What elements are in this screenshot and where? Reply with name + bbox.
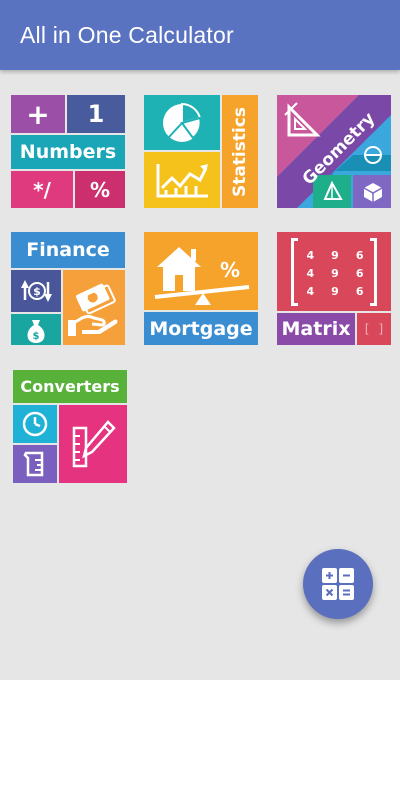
one-cell: 1 [67, 95, 125, 133]
ruler-pencil-icon [72, 420, 116, 468]
pie-chart-cell [144, 95, 220, 150]
matrix-brackets: 4 9 6 4 9 6 4 9 6 [291, 238, 377, 306]
matrix-grid-cell: 4 9 6 4 9 6 4 9 6 [277, 232, 391, 311]
brackets-text: [ ] [363, 322, 385, 336]
matrix-value: 6 [355, 248, 364, 262]
clock-cell [13, 405, 57, 443]
converters-tile[interactable]: Converters [13, 370, 127, 483]
matrix-value: 4 [306, 266, 315, 280]
muldiv-cell: */ [11, 171, 73, 208]
statistics-label-cell: Statistics [222, 95, 258, 208]
matrix-label: Matrix [281, 318, 351, 340]
calculator-fab-button[interactable] [303, 549, 373, 619]
exchange-cell: $ [11, 270, 61, 312]
matrix-value: 4 [306, 284, 315, 298]
matrix-value: 6 [355, 284, 364, 298]
finance-label-cell: Finance [11, 232, 125, 268]
statistics-label: Statistics [230, 106, 251, 197]
blank-area [0, 680, 400, 800]
circle-icon [364, 146, 382, 164]
house-balance-cell: % [144, 232, 258, 310]
one-digit: 1 [87, 100, 105, 128]
matrix-label-cell: Matrix [277, 313, 355, 345]
money-bag-icon: $ [27, 319, 45, 343]
matrix-brackets-cell: [ ] [357, 313, 391, 345]
dollar-exchange-icon: $ [21, 280, 52, 302]
matrix-value: 9 [331, 248, 339, 262]
matrix-value: 9 [331, 266, 339, 280]
matrix-tile[interactable]: 4 9 6 4 9 6 4 9 6 Matrix [ ] [277, 232, 391, 345]
svg-text:$: $ [33, 331, 40, 342]
pie-chart-icon [163, 102, 202, 142]
plus-cell: + [11, 95, 65, 133]
app-bar: All in One Calculator [0, 0, 400, 70]
mortgage-label: Mortgage [149, 317, 253, 340]
money-bag-cell: $ [11, 314, 61, 345]
numbers-tile[interactable]: + 1 Numbers */ % [11, 95, 125, 208]
numbers-label-cell: Numbers [11, 135, 125, 169]
converters-label-cell: Converters [13, 370, 127, 403]
cube-icon [363, 183, 383, 202]
clock-icon [22, 411, 48, 437]
plus-symbol: + [26, 97, 50, 131]
finance-label: Finance [26, 239, 110, 261]
money-hand-icon [68, 283, 118, 336]
pyramid-icon [323, 181, 343, 200]
mortgage-tile[interactable]: % Mortgage [144, 232, 258, 345]
beaker-icon [23, 451, 44, 477]
set-square-icon [284, 102, 321, 137]
numbers-label: Numbers [19, 141, 117, 163]
matrix-value: 6 [355, 266, 364, 280]
statistics-tile[interactable]: Statistics [144, 95, 258, 208]
muldiv-symbol: */ [33, 177, 51, 202]
matrix-values: 4 9 6 4 9 6 4 9 6 [298, 246, 372, 300]
app-title: All in One Calculator [20, 21, 234, 48]
geometry-tile[interactable]: Geometry [277, 95, 391, 208]
money-hand-cell [63, 270, 125, 345]
percent-symbol: % [89, 177, 111, 202]
svg-text:$: $ [33, 285, 41, 298]
line-chart-icon [156, 164, 208, 198]
ruler-pencil-cell [59, 405, 127, 483]
beaker-cell [13, 445, 57, 483]
finance-tile[interactable]: Finance $ $ [11, 232, 125, 345]
converters-label: Converters [20, 377, 120, 396]
percent-cell: % [75, 171, 125, 208]
mortgage-label-cell: Mortgage [144, 312, 258, 345]
line-chart-cell [144, 152, 220, 208]
matrix-value: 4 [306, 248, 315, 262]
mortgage-percent: % [220, 258, 241, 282]
matrix-value: 9 [331, 284, 339, 298]
calculator-icon [322, 568, 354, 600]
